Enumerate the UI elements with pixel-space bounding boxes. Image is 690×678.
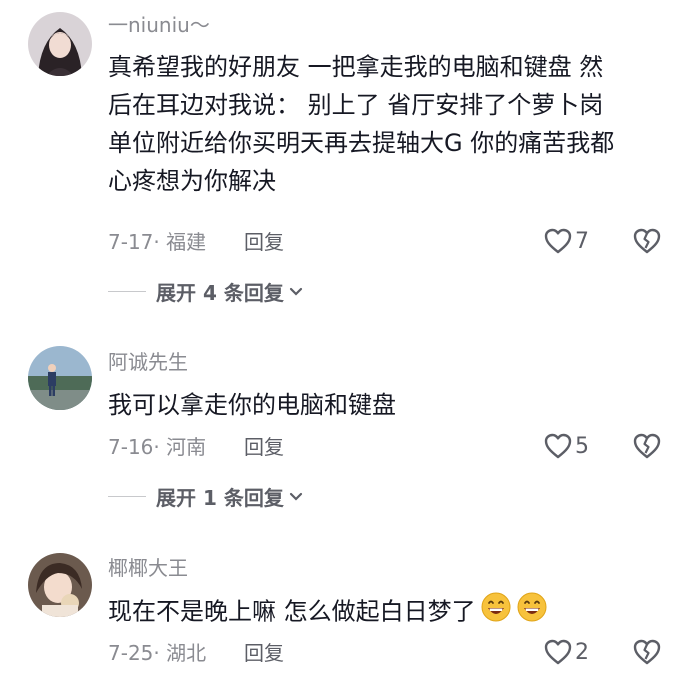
dislike-button[interactable] [632, 227, 662, 259]
divider [108, 291, 146, 292]
expand-replies-label: 展开 4 条回复 [156, 281, 284, 305]
broken-heart-icon [633, 433, 661, 459]
username[interactable]: 一niuniu～ [108, 12, 210, 38]
avatar[interactable] [28, 12, 92, 76]
heart-outline-icon [544, 228, 572, 254]
like-button[interactable]: 7 [543, 227, 589, 255]
dislike-button[interactable] [632, 432, 662, 464]
date-location: 7-17· 福建 [108, 230, 207, 254]
like-button[interactable]: 2 [543, 638, 589, 666]
expand-replies-button[interactable]: 展开 4 条回复 [108, 277, 304, 306]
like-count: 2 [575, 639, 589, 665]
date-location: 7-16· 河南 [108, 435, 207, 459]
grinning-face-icon [480, 591, 512, 634]
comment-meta: 7-25· 湖北 回复 [108, 640, 284, 666]
username[interactable]: 椰椰大王 [108, 555, 188, 581]
divider [108, 496, 146, 497]
avatar[interactable] [28, 553, 92, 617]
comment-meta: 7-17· 福建 回复 [108, 229, 284, 255]
comment-meta: 7-16· 河南 回复 [108, 434, 284, 460]
date-location: 7-25· 湖北 [108, 641, 207, 665]
heart-outline-icon [544, 639, 572, 665]
like-button[interactable]: 5 [543, 432, 589, 460]
heart-outline-icon [544, 433, 572, 459]
expand-replies-button[interactable]: 展开 1 条回复 [108, 482, 304, 511]
like-count: 7 [575, 228, 589, 254]
chevron-down-icon [289, 287, 302, 296]
avatar[interactable] [28, 346, 92, 410]
reply-button[interactable]: 回复 [244, 640, 284, 666]
like-count: 5 [575, 433, 589, 459]
grinning-face-icon [516, 591, 548, 634]
broken-heart-icon [633, 639, 661, 665]
comment-text: 真希望我的好朋友 一把拿走我的电脑和键盘 然 后在耳边对我说： 别上了 省厅安排… [108, 53, 615, 195]
reply-button[interactable]: 回复 [244, 434, 284, 460]
comment-text: 现在不是晚上嘛 怎么做起白日梦了 [108, 591, 668, 634]
reply-button[interactable]: 回复 [244, 229, 284, 255]
comment-text: 我可以拿走你的电脑和键盘 [108, 391, 396, 419]
broken-heart-icon [633, 228, 661, 254]
expand-replies-label: 展开 1 条回复 [156, 486, 284, 510]
dislike-button[interactable] [632, 638, 662, 670]
username[interactable]: 阿诚先生 [108, 349, 188, 375]
chevron-down-icon [289, 492, 302, 501]
